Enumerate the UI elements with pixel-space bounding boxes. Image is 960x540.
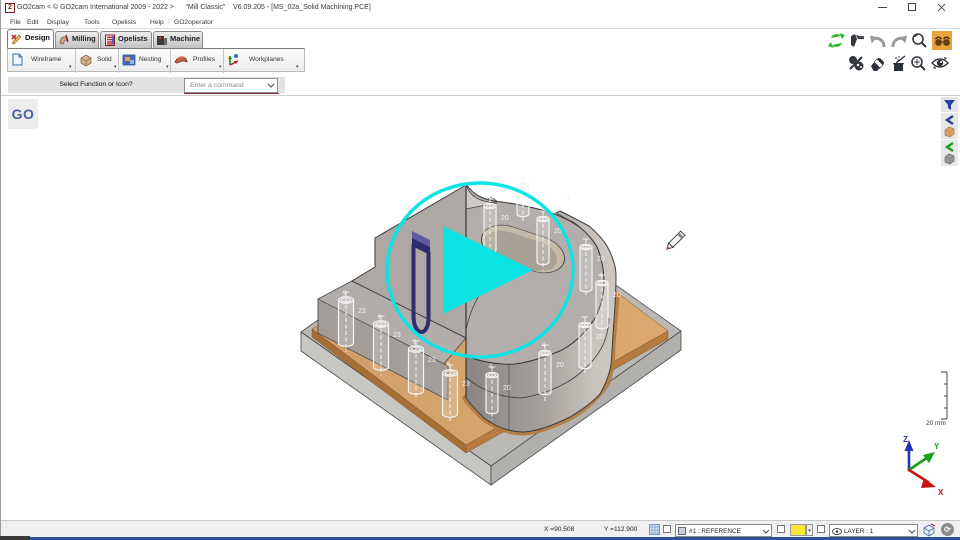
- svg-text:20: 20: [556, 362, 564, 369]
- svg-text:20: 20: [613, 292, 621, 299]
- svg-text:23: 23: [428, 357, 436, 364]
- svg-text:23: 23: [358, 308, 366, 315]
- svg-text:23: 23: [462, 381, 470, 388]
- svg-text:20: 20: [503, 385, 511, 392]
- svg-text:Z: Z: [903, 435, 908, 444]
- svg-text:Y: Y: [934, 442, 940, 451]
- svg-text:20: 20: [501, 215, 509, 222]
- svg-text:20: 20: [597, 256, 605, 263]
- svg-text:20: 20: [596, 334, 604, 341]
- svg-text:20 mm: 20 mm: [926, 420, 946, 427]
- svg-text:4: 4: [567, 196, 571, 202]
- svg-text:X: X: [938, 488, 944, 497]
- svg-text:23: 23: [393, 332, 401, 339]
